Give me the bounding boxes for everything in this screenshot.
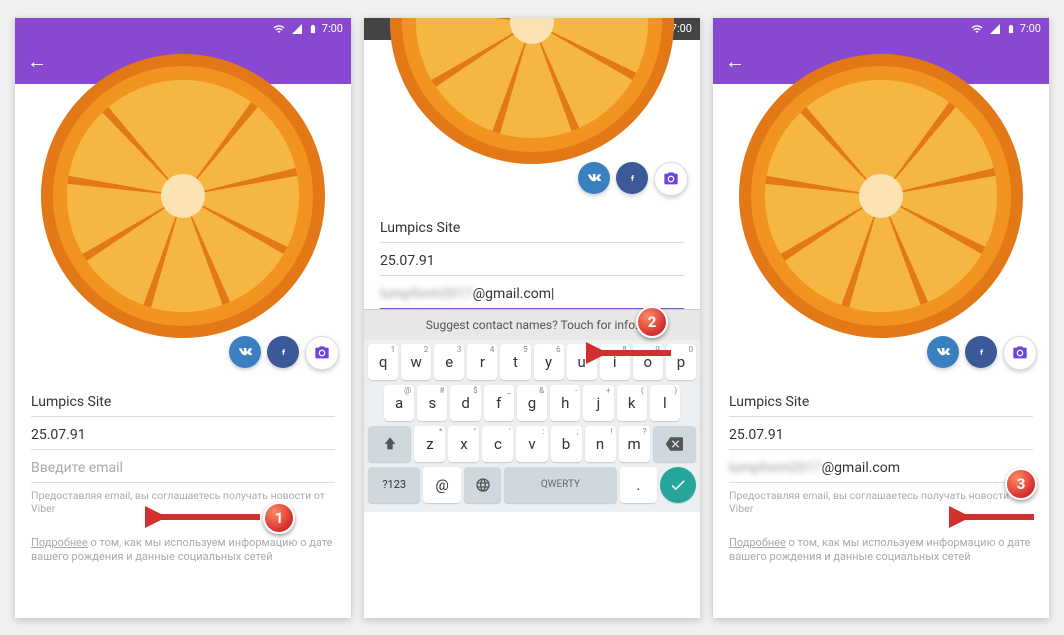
social-buttons [927, 336, 1037, 370]
shift-key[interactable] [368, 426, 411, 462]
key-y[interactable]: y6 [534, 344, 564, 380]
screenshot-3: 7:00 ← Lumpics Site 25.07.91 lumpform201… [713, 18, 1049, 618]
status-time: 7:00 [1020, 22, 1041, 35]
camera-button[interactable] [654, 162, 688, 196]
more-info[interactable]: Подробнее о том, как мы используем инфор… [31, 536, 335, 565]
battery-icon [1006, 23, 1016, 35]
signal-icon [988, 23, 1002, 35]
email-field[interactable]: lumpform2017@gmail.com| [380, 276, 684, 309]
globe-key[interactable] [464, 467, 501, 503]
date-field[interactable]: 25.07.91 [380, 243, 684, 276]
key-v[interactable]: v: [516, 426, 547, 462]
vk-button[interactable] [927, 336, 959, 368]
avatar-area [364, 40, 700, 180]
signal-icon [290, 23, 304, 35]
name-field[interactable]: Lumpics Site [729, 384, 1033, 417]
social-buttons [578, 162, 688, 196]
form-area: Lumpics Site 25.07.91 Введите email Пред… [15, 354, 351, 565]
camera-button[interactable] [1003, 336, 1037, 370]
email-field[interactable]: Введите email [31, 450, 335, 483]
camera-button[interactable] [305, 336, 339, 370]
enter-key[interactable] [660, 467, 696, 503]
form-area: Lumpics Site 25.07.91 lumpform2017@gmail… [364, 180, 700, 309]
facebook-button[interactable] [616, 162, 648, 194]
key-r[interactable]: r4 [467, 344, 497, 380]
name-field[interactable]: Lumpics Site [380, 210, 684, 243]
key-e[interactable]: e3 [434, 344, 464, 380]
step-badge-3: 3 [1005, 468, 1037, 500]
date-field[interactable]: 25.07.91 [729, 417, 1033, 450]
step-badge-1: 1 [263, 502, 295, 534]
key-w[interactable]: w2 [401, 344, 431, 380]
keyboard-row-3: z*x"c'v:b;n!m? [368, 426, 696, 462]
key-a[interactable]: a@ [384, 385, 414, 421]
arrow-indicator-1 [145, 505, 265, 529]
status-time: 7:00 [322, 22, 343, 35]
status-bar: 7:00 [15, 18, 351, 40]
back-icon[interactable]: ← [725, 49, 745, 74]
back-icon[interactable]: ← [27, 49, 47, 74]
key-q[interactable]: q1 [368, 344, 398, 380]
wifi-icon [970, 23, 984, 35]
avatar-image[interactable] [739, 54, 1023, 338]
keyboard-row-2: a@s#d$f_g&h-j+k(l) [368, 385, 696, 421]
arrow-indicator-3 [949, 505, 1039, 529]
symbols-key[interactable]: ?123 [368, 467, 420, 503]
key-x[interactable]: x" [448, 426, 479, 462]
status-bar: 7:00 [713, 18, 1049, 40]
keyboard-row-4: ?123 @ QWERTY . [368, 467, 696, 503]
key-d[interactable]: d$ [450, 385, 480, 421]
key-s[interactable]: s# [417, 385, 447, 421]
date-field[interactable]: 25.07.91 [31, 417, 335, 450]
name-field[interactable]: Lumpics Site [31, 384, 335, 417]
avatar-image[interactable] [390, 18, 674, 164]
keyboard: q1w2e3r4t5y6u7i8o9p0 a@s#d$f_g&h-j+k(l) … [364, 340, 700, 512]
wifi-icon [272, 23, 286, 35]
key-f[interactable]: f_ [484, 385, 514, 421]
at-key[interactable]: @ [423, 467, 460, 503]
screenshot-1: 7:00 ← Lumpics Site 25.07.91 Введите ema… [15, 18, 351, 618]
form-area: Lumpics Site 25.07.91 lumpform2017@gmail… [713, 354, 1049, 565]
key-g[interactable]: g& [517, 385, 547, 421]
backspace-key[interactable] [653, 426, 696, 462]
arrow-indicator-2 [586, 341, 676, 365]
avatar-area [713, 84, 1049, 354]
key-c[interactable]: c' [482, 426, 513, 462]
key-k[interactable]: k( [617, 385, 647, 421]
battery-icon [308, 23, 318, 35]
step-badge-2: 2 [636, 306, 668, 338]
facebook-button[interactable] [267, 336, 299, 368]
key-h[interactable]: h- [550, 385, 580, 421]
key-m[interactable]: m? [619, 426, 650, 462]
avatar-image[interactable] [41, 54, 325, 338]
key-t[interactable]: t5 [500, 344, 530, 380]
period-key[interactable]: . [620, 467, 657, 503]
avatar-area [15, 84, 351, 354]
key-b[interactable]: b; [551, 426, 582, 462]
space-key[interactable]: QWERTY [504, 467, 616, 503]
key-z[interactable]: z* [414, 426, 445, 462]
social-buttons [229, 336, 339, 370]
vk-button[interactable] [578, 162, 610, 194]
more-info[interactable]: Подробнее о том, как мы используем инфор… [729, 536, 1033, 565]
key-l[interactable]: l) [650, 385, 680, 421]
email-field[interactable]: lumpform2017@gmail.com [729, 450, 1033, 483]
key-j[interactable]: j+ [583, 385, 613, 421]
vk-button[interactable] [229, 336, 261, 368]
key-n[interactable]: n! [585, 426, 616, 462]
facebook-button[interactable] [965, 336, 997, 368]
screenshot-2: 7:00 Lumpics Site 25.07.91 lumpform2017@… [364, 18, 700, 618]
